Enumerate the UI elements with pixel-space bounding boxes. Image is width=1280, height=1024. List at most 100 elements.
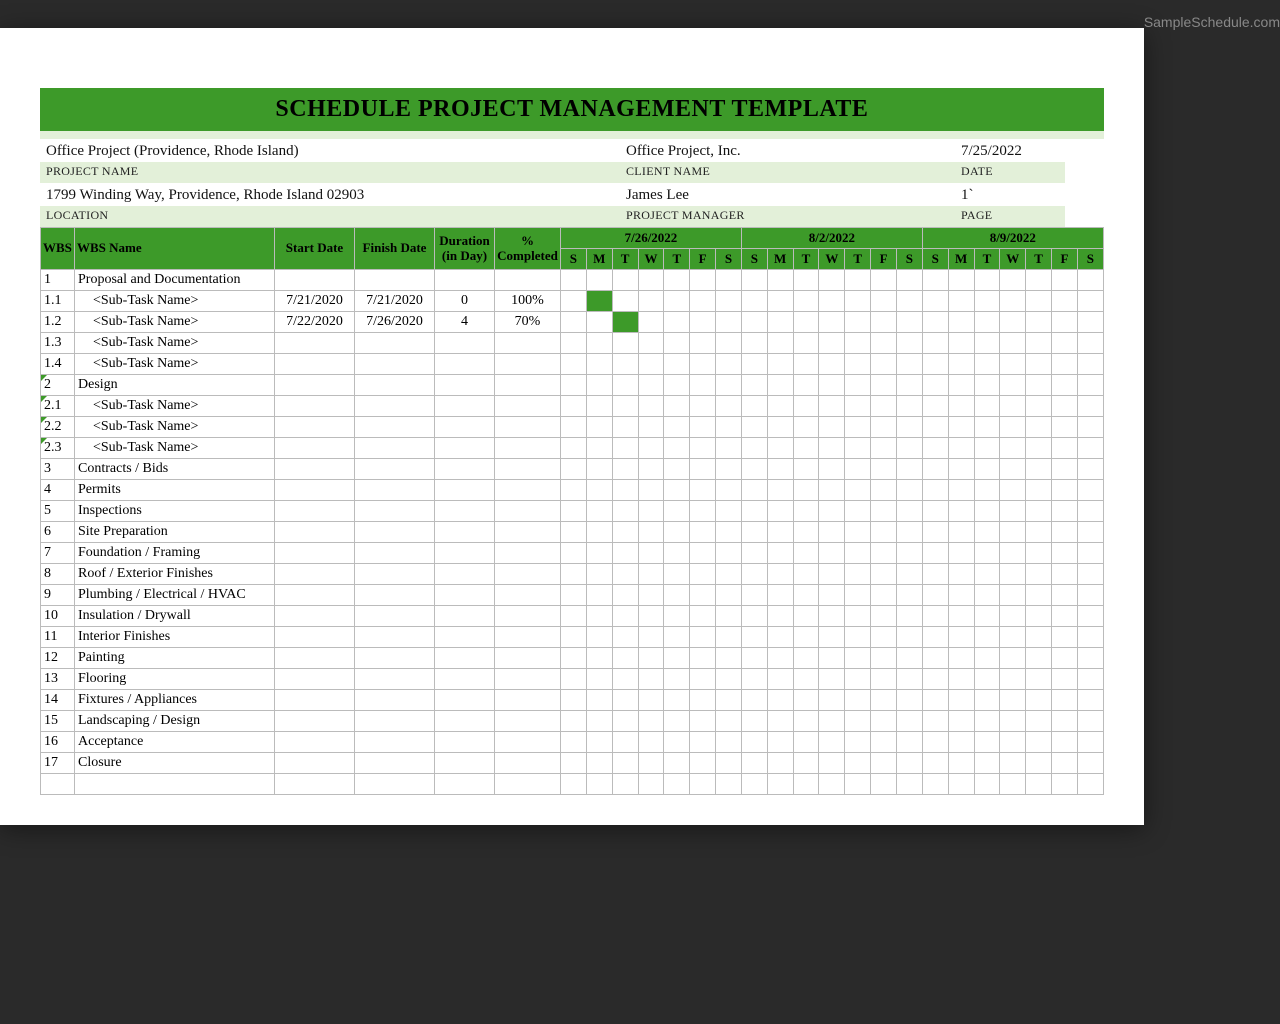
gantt-cell <box>561 690 587 711</box>
gantt-cell <box>1026 564 1052 585</box>
cell-wbs: 2 <box>41 375 75 396</box>
gantt-cell <box>1000 606 1026 627</box>
gantt-cell <box>561 711 587 732</box>
gantt-cell <box>1077 480 1103 501</box>
gantt-cell <box>1052 753 1078 774</box>
gantt-cell <box>974 501 1000 522</box>
gantt-cell <box>741 270 767 291</box>
gantt-cell <box>974 690 1000 711</box>
gantt-cell <box>561 732 587 753</box>
gantt-cell <box>716 648 742 669</box>
gantt-cell <box>561 438 587 459</box>
gantt-cell <box>1052 627 1078 648</box>
header-day: S <box>922 249 948 270</box>
gantt-cell <box>974 627 1000 648</box>
header-day: S <box>1077 249 1103 270</box>
gantt-cell <box>922 669 948 690</box>
cell-wbs-name: Plumbing / Electrical / HVAC <box>75 585 275 606</box>
gantt-cell <box>664 690 690 711</box>
gantt-cell <box>586 648 612 669</box>
gantt-cell <box>1026 606 1052 627</box>
cell-finish <box>355 522 435 543</box>
cell-finish <box>355 375 435 396</box>
table-row: 7Foundation / Framing <box>41 543 1104 564</box>
cell-start <box>275 375 355 396</box>
gantt-cell <box>1052 606 1078 627</box>
gantt-cell <box>871 711 897 732</box>
gantt-cell <box>1052 438 1078 459</box>
cell-start <box>275 501 355 522</box>
gantt-cell <box>819 732 845 753</box>
gantt-cell <box>922 438 948 459</box>
gantt-cell <box>845 711 871 732</box>
header-day: M <box>586 249 612 270</box>
cell-pct <box>495 333 561 354</box>
cell-pct <box>495 753 561 774</box>
gantt-cell <box>922 312 948 333</box>
table-row: 15Landscaping / Design <box>41 711 1104 732</box>
gantt-cell <box>664 333 690 354</box>
gantt-cell <box>612 291 638 312</box>
gantt-cell <box>664 459 690 480</box>
cell-wbs: 12 <box>41 648 75 669</box>
gantt-cell <box>1077 354 1103 375</box>
table-row: 8Roof / Exterior Finishes <box>41 564 1104 585</box>
gantt-cell <box>1052 333 1078 354</box>
client-name-value: Office Project, Inc. <box>620 139 955 162</box>
gantt-cell <box>1052 543 1078 564</box>
gantt-cell <box>1077 270 1103 291</box>
cell-wbs: 13 <box>41 669 75 690</box>
gantt-cell <box>561 375 587 396</box>
gantt-cell <box>767 627 793 648</box>
gantt-cell <box>561 270 587 291</box>
gantt-cell <box>896 753 922 774</box>
gantt-cell <box>871 312 897 333</box>
gantt-cell <box>871 270 897 291</box>
gantt-cell <box>896 732 922 753</box>
gantt-cell <box>819 690 845 711</box>
gantt-cell <box>561 522 587 543</box>
gantt-cell <box>690 501 716 522</box>
gantt-cell <box>586 270 612 291</box>
gantt-cell <box>819 396 845 417</box>
gantt-cell <box>1026 648 1052 669</box>
gantt-cell <box>561 501 587 522</box>
gantt-cell <box>793 585 819 606</box>
cell-pct <box>495 585 561 606</box>
gantt-cell <box>612 312 638 333</box>
gantt-cell <box>638 564 664 585</box>
gantt-cell <box>1052 459 1078 480</box>
gantt-cell <box>948 606 974 627</box>
gantt-cell <box>767 648 793 669</box>
cell-duration <box>435 375 495 396</box>
gantt-cell <box>638 501 664 522</box>
gantt-cell <box>690 459 716 480</box>
gantt-cell <box>1077 732 1103 753</box>
gantt-cell <box>664 627 690 648</box>
gantt-cell <box>871 396 897 417</box>
cell-pct <box>495 459 561 480</box>
gantt-cell <box>819 606 845 627</box>
gantt-cell <box>690 690 716 711</box>
gantt-cell <box>741 417 767 438</box>
cell-finish <box>355 333 435 354</box>
gantt-cell <box>896 312 922 333</box>
cell-wbs <box>41 774 75 795</box>
cell-wbs: 14 <box>41 690 75 711</box>
gantt-cell <box>922 543 948 564</box>
gantt-cell <box>1077 417 1103 438</box>
gantt-cell <box>767 522 793 543</box>
gantt-cell <box>974 753 1000 774</box>
gantt-cell <box>974 543 1000 564</box>
gantt-cell <box>690 375 716 396</box>
gantt-cell <box>948 627 974 648</box>
gantt-cell <box>716 522 742 543</box>
gantt-cell <box>767 774 793 795</box>
gantt-cell <box>793 312 819 333</box>
gantt-cell <box>612 585 638 606</box>
gantt-cell <box>922 627 948 648</box>
gantt-cell <box>638 585 664 606</box>
gantt-cell <box>586 732 612 753</box>
gantt-cell <box>690 480 716 501</box>
table-row: 12Painting <box>41 648 1104 669</box>
